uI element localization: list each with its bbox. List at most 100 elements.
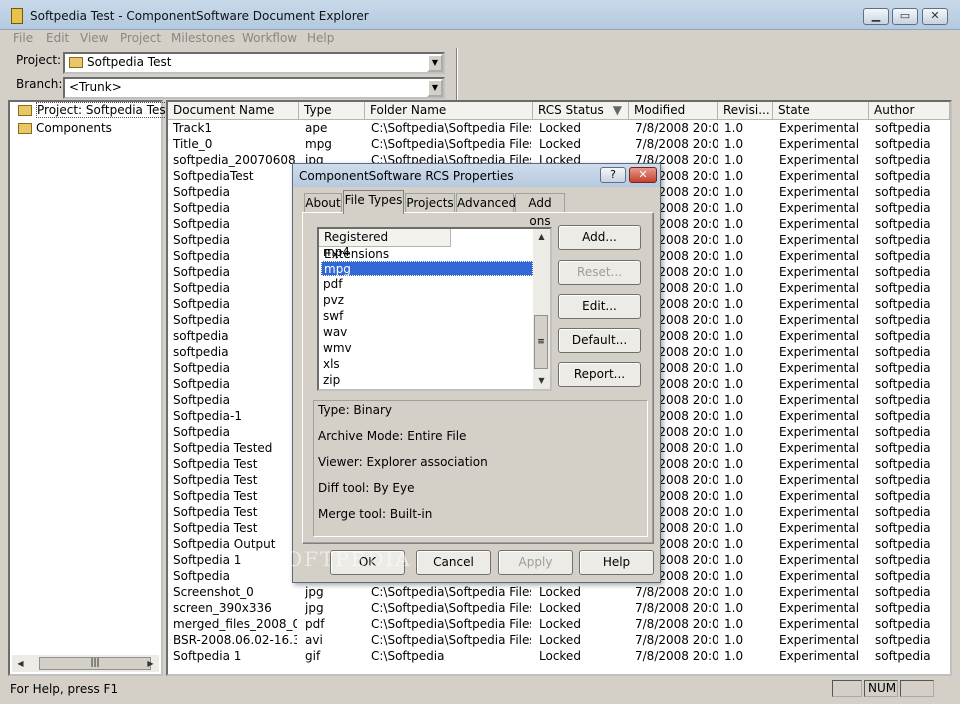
cell-revision: 1.0 [724, 121, 744, 135]
cell-state: Experimental [779, 345, 860, 359]
cell-type: jpg [305, 585, 324, 599]
col-folder-name[interactable]: Folder Name [365, 102, 533, 120]
cell-modified: 7/8/2008 20:07 [635, 601, 718, 615]
cell-state: Experimental [779, 473, 860, 487]
menu-workflow[interactable]: Workflow [242, 31, 297, 45]
cell-type: ape [305, 121, 328, 135]
menu-milestones[interactable]: Milestones [171, 31, 235, 45]
extension-item[interactable]: wmv [321, 341, 533, 356]
project-combo[interactable]: Softpedia Test ▼ [63, 52, 445, 74]
chevron-down-icon[interactable]: ▼ [427, 79, 443, 97]
menu-project[interactable]: Project [120, 31, 161, 45]
chevron-down-icon[interactable]: ▼ [427, 54, 443, 72]
col-rcs-status[interactable]: RCS Status ▼ [533, 102, 629, 120]
add-button[interactable]: Add... [558, 225, 641, 250]
tree-item-components[interactable]: Components [18, 121, 112, 135]
table-row[interactable]: Softpedia 1 gif C:\Softpedia Locked 7/8/2008… [168, 648, 950, 664]
table-row[interactable]: BSR-2008.06.02-16.37... avi C:\Softpedia\S… [168, 632, 950, 648]
maximize-button[interactable]: ▭ [892, 8, 918, 25]
tree-horizontal-scrollbar[interactable]: ◀ ||| ▶ [12, 655, 159, 672]
cell-modified: 7/8/2008 20:07 [635, 617, 718, 631]
default-button[interactable]: Default... [558, 328, 641, 353]
cell-modified: 7/8/2008 20:08 [635, 121, 718, 135]
cell-revision: 1.0 [724, 185, 744, 199]
col-state[interactable]: State [773, 102, 869, 120]
extension-item[interactable]: xls [321, 357, 533, 372]
scroll-thumb[interactable]: ||| [39, 657, 151, 670]
edit-button[interactable]: Edit... [558, 294, 641, 319]
extension-item[interactable]: swf [321, 309, 533, 324]
cell-revision: 1.0 [724, 329, 744, 343]
cell-document-name: Softpedia [173, 249, 230, 263]
cell-state: Experimental [779, 601, 860, 615]
col-type[interactable]: Type [299, 102, 365, 120]
cell-state: Experimental [779, 281, 860, 295]
dialog-help-button[interactable]: Help [579, 550, 654, 575]
cell-revision: 1.0 [724, 217, 744, 231]
extension-item[interactable]: pdf [321, 277, 533, 292]
table-row[interactable]: screen_390x336 jpg C:\Softpedia\Softpedia … [168, 600, 950, 616]
table-row[interactable]: Screenshot_0 jpg C:\Softpedia\Softpedia Fi… [168, 584, 950, 600]
cell-state: Experimental [779, 329, 860, 343]
filter-icon[interactable]: ▼ [613, 102, 622, 119]
cell-author: softpedia [875, 505, 931, 519]
scroll-left-icon[interactable]: ◀ [12, 655, 29, 672]
table-row[interactable]: merged_files_2008_0... pdf C:\Softpedia\So… [168, 616, 950, 632]
cell-revision: 1.0 [724, 537, 744, 551]
extension-item[interactable]: zip [321, 373, 533, 388]
menu-edit[interactable]: Edit [46, 31, 69, 45]
menu-file[interactable]: File [13, 31, 33, 45]
report-button[interactable]: Report... [558, 362, 641, 387]
tab-about[interactable]: About [304, 193, 342, 213]
cell-author: softpedia [875, 537, 931, 551]
cell-author: softpedia [875, 169, 931, 183]
branch-combo[interactable]: <Trunk> ▼ [63, 77, 445, 99]
scroll-up-icon[interactable]: ▲ [533, 229, 550, 245]
cell-document-name: merged_files_2008_0... [173, 617, 297, 631]
menu-view[interactable]: View [80, 31, 108, 45]
extension-item-selected[interactable]: mpg [321, 261, 533, 276]
cell-author: softpedia [875, 633, 931, 647]
tree-item-project[interactable]: Project: Softpedia Test [18, 102, 172, 118]
extension-item[interactable]: wav [321, 325, 533, 340]
col-author[interactable]: Author [869, 102, 950, 120]
dialog-help-icon[interactable]: ? [600, 167, 626, 183]
minimize-button[interactable]: ▁ [863, 8, 889, 25]
status-pane-empty [900, 680, 934, 697]
tab-advanced[interactable]: Advanced [456, 193, 516, 213]
cell-author: softpedia [875, 121, 931, 135]
cell-revision: 1.0 [724, 633, 744, 647]
cell-author: softpedia [875, 345, 931, 359]
cell-state: Experimental [779, 489, 860, 503]
cancel-button[interactable]: Cancel [416, 550, 491, 575]
tab-add-ons[interactable]: Add ons [515, 193, 565, 228]
extensions-list[interactable]: Registered Extensions mp4 mpg pdf pvz sw… [317, 227, 552, 391]
cell-state: Experimental [779, 537, 860, 551]
col-modified[interactable]: Modified [629, 102, 718, 120]
toolbar-divider [456, 48, 458, 100]
project-toolbar: Project: Softpedia Test ▼ Branch: <Trunk… [0, 48, 960, 100]
extensions-vertical-scrollbar[interactable]: ▲ ≡ ▼ [533, 229, 550, 389]
dialog-close-icon[interactable]: ✕ [629, 167, 657, 183]
cell-rcs-status: Locked [539, 633, 581, 647]
scroll-down-icon[interactable]: ▼ [533, 373, 550, 389]
col-revision[interactable]: Revisi... [718, 102, 773, 120]
cell-author: softpedia [875, 425, 931, 439]
apply-button[interactable]: Apply [498, 550, 573, 575]
table-row[interactable]: Track1 ape C:\Softpedia\Softpedia Files Loc… [168, 120, 950, 136]
extension-item[interactable]: pvz [321, 293, 533, 308]
cell-revision: 1.0 [724, 345, 744, 359]
tab-projects[interactable]: Projects [405, 193, 455, 213]
close-button[interactable]: ✕ [922, 8, 948, 25]
reset-button[interactable]: Reset... [558, 260, 641, 285]
project-tree[interactable]: Project: Softpedia Test Components ◀ |||… [8, 100, 172, 676]
tab-file-types[interactable]: File Types [343, 190, 404, 214]
cell-folder-name: C:\Softpedia\Softpedia Files [371, 137, 531, 151]
extension-item[interactable]: mp4 [321, 245, 533, 260]
scroll-right-icon[interactable]: ▶ [142, 655, 159, 672]
col-document-name[interactable]: Document Name [168, 102, 299, 120]
scroll-thumb[interactable]: ≡ [534, 315, 548, 369]
cell-type: mpg [305, 137, 332, 151]
menu-help[interactable]: Help [307, 31, 334, 45]
table-row[interactable]: Title_0 mpg C:\Softpedia\Softpedia Files Lo… [168, 136, 950, 152]
